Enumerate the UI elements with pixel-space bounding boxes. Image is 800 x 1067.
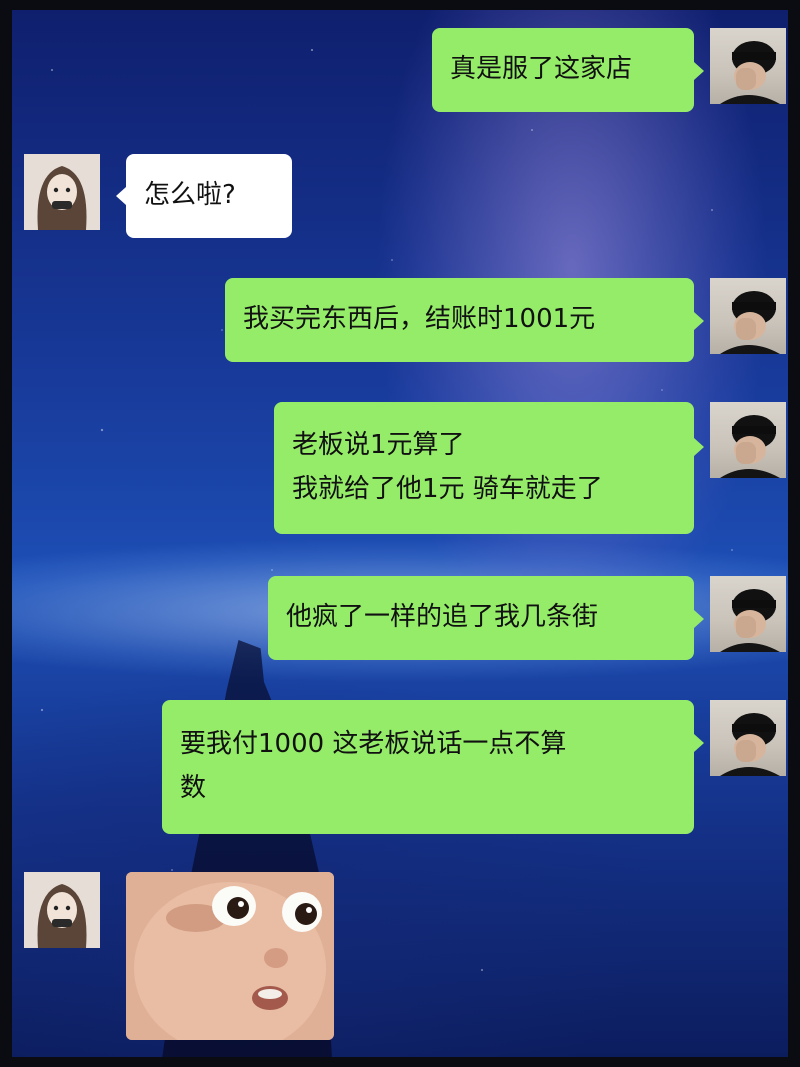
chat-bubble[interactable]: 我买完东西后，结账时1001元 (225, 278, 694, 362)
bubble-tail (694, 438, 704, 456)
my-avatar[interactable] (710, 576, 786, 652)
message-text-line: 老板说1元算了 (292, 430, 465, 460)
bubble-tail (116, 187, 126, 205)
girl-avatar-icon (24, 872, 100, 948)
person-cap-avatar-icon (720, 713, 780, 776)
surprised-baby-icon (126, 872, 334, 1040)
chat-bubble[interactable]: 真是服了这家店 (432, 28, 694, 112)
message-text-line: 要我付1000 这老板说话一点不算 (180, 729, 567, 759)
chat-bubble[interactable]: 要我付1000 这老板说话一点不算 数 (162, 700, 694, 834)
my-avatar[interactable] (710, 28, 786, 104)
surprised-baby-sticker[interactable] (126, 872, 334, 1040)
contact-avatar[interactable] (24, 872, 100, 948)
bubble-tail (694, 610, 704, 628)
bubble-tail (694, 62, 704, 80)
bubble-tail (694, 312, 704, 330)
person-cap-avatar-icon (720, 589, 780, 652)
girl-avatar-icon (24, 154, 100, 230)
chat-bubble[interactable]: 怎么啦? (126, 154, 292, 238)
bubble-tail (694, 734, 704, 752)
my-avatar[interactable] (710, 278, 786, 354)
message-text: 真是服了这家店 (450, 54, 633, 84)
person-cap-avatar-icon (720, 415, 780, 478)
message-text: 我买完东西后，结账时1001元 (243, 304, 596, 334)
message-text: 他疯了一样的追了我几条街 (286, 602, 599, 632)
contact-avatar[interactable] (24, 154, 100, 230)
my-avatar[interactable] (710, 700, 786, 776)
person-cap-avatar-icon (720, 41, 780, 104)
person-cap-avatar-icon (720, 291, 780, 354)
my-avatar[interactable] (710, 402, 786, 478)
message-text-line: 我就给了他1元 骑车就走了 (292, 474, 603, 504)
message-text-line: 数 (180, 773, 207, 803)
chat-screen: 真是服了这家店 怎么啦? 我买完东西后，结账时1001元 老板说1元算了 我就给… (12, 10, 788, 1057)
chat-bubble[interactable]: 老板说1元算了 我就给了他1元 骑车就走了 (274, 402, 694, 534)
chat-bubble[interactable]: 他疯了一样的追了我几条街 (268, 576, 694, 660)
message-text: 怎么啦? (144, 180, 236, 210)
